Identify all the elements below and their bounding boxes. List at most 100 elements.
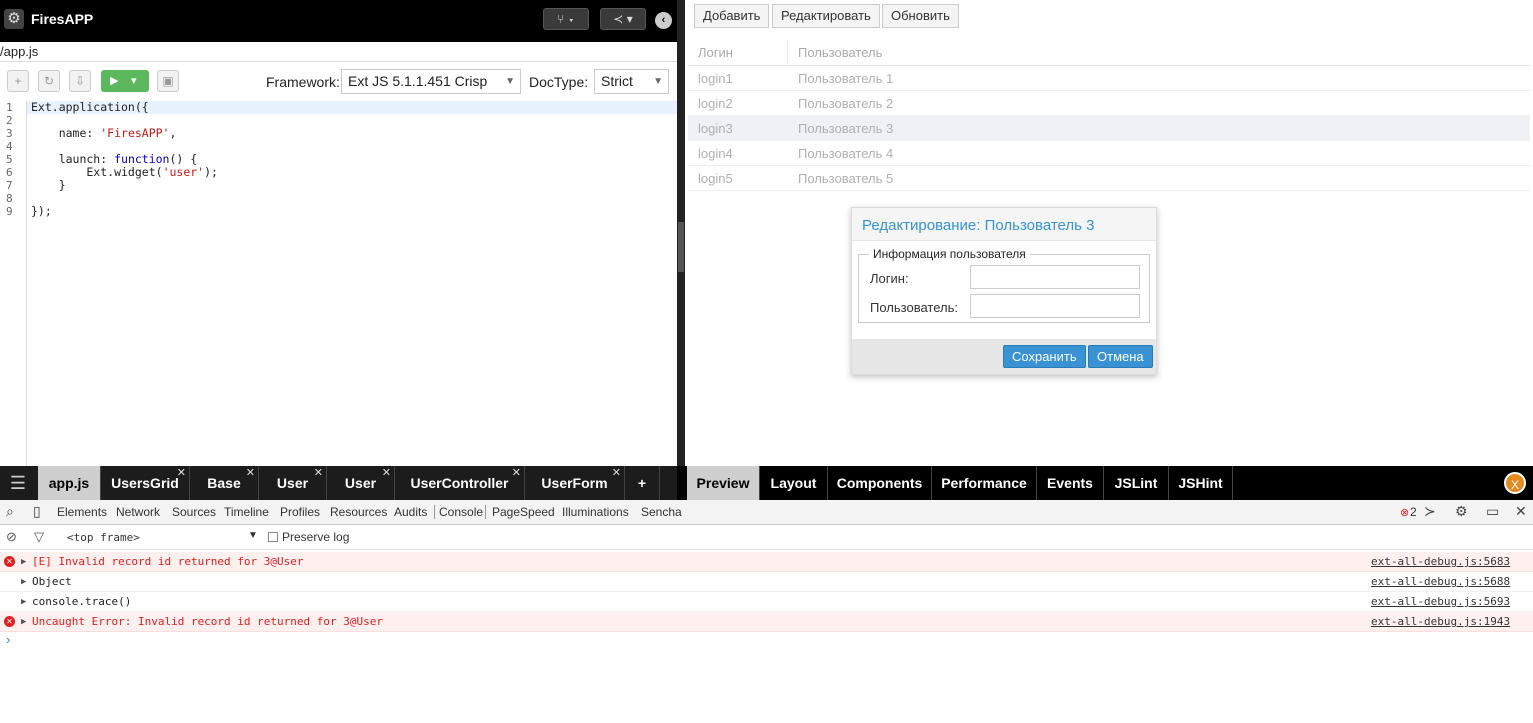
log-entry[interactable]: ✕ ▶ [E] Invalid record id returned for 3@U…: [0, 552, 1533, 572]
frame-select[interactable]: <top frame>: [67, 531, 140, 544]
devtools-tab[interactable]: Resources: [330, 505, 387, 519]
devtools-tab[interactable]: Illuminations: [562, 505, 629, 519]
devtools-tab[interactable]: Timeline: [224, 505, 269, 519]
user-info-fieldset: Информация пользователя Логин: Пользоват…: [858, 247, 1150, 323]
preview-tab[interactable]: Performance: [932, 466, 1037, 500]
tabs-divider: [677, 466, 685, 500]
file-tab[interactable]: UserForm ✕: [525, 466, 625, 500]
user-field[interactable]: [970, 294, 1140, 318]
resize-handle[interactable]: [678, 222, 684, 272]
tab-label: User: [276, 475, 309, 491]
dock-icon[interactable]: ▭: [1486, 503, 1499, 520]
file-tab[interactable]: User ✕: [327, 466, 395, 500]
log-source-link[interactable]: ext-all-debug.js:5688: [1371, 572, 1510, 592]
history-icon[interactable]: ↻: [38, 70, 60, 92]
console-prompt[interactable]: ›: [6, 632, 10, 647]
run-button[interactable]: ▶ ▾: [101, 70, 149, 92]
share-button[interactable]: ≺ ▾: [600, 8, 646, 30]
code-editor[interactable]: Ext.application({ name: 'FiresAPP', laun…: [27, 101, 677, 466]
close-icon[interactable]: ✕: [314, 456, 323, 490]
table-row[interactable]: login4 Пользователь 4: [688, 141, 1530, 166]
line-number: 6: [6, 166, 13, 179]
download-icon[interactable]: ⇩: [69, 70, 91, 92]
refresh-button[interactable]: Обновить: [882, 4, 959, 28]
doctype-select[interactable]: Strict ▼: [594, 69, 669, 94]
file-tab[interactable]: UserController ✕: [395, 466, 525, 500]
close-icon[interactable]: X: [1504, 472, 1526, 494]
add-file-icon[interactable]: +: [7, 70, 29, 92]
close-icon[interactable]: ✕: [1515, 503, 1527, 520]
preview-tab[interactable]: Preview: [687, 466, 760, 500]
log-source-link[interactable]: ext-all-debug.js:1943: [1371, 612, 1510, 632]
cancel-button[interactable]: Отмена: [1088, 345, 1153, 368]
cell-login: login5: [698, 171, 733, 186]
file-tab[interactable]: Base ✕: [190, 466, 259, 500]
file-tab[interactable]: UsersGrid ✕: [101, 466, 190, 500]
devtools-tab[interactable]: Profiles: [280, 505, 320, 519]
app-title: FiresAPP: [31, 11, 94, 27]
framework-select[interactable]: Ext JS 5.1.1.451 Crisp ▼: [341, 69, 521, 94]
preview-tab[interactable]: Events: [1037, 466, 1104, 500]
menu-icon[interactable]: ☰: [0, 466, 36, 500]
column-header-login[interactable]: Логин: [698, 45, 733, 60]
log-entry[interactable]: ▶ Object ext-all-debug.js:5688: [0, 572, 1533, 592]
expand-icon[interactable]: ▶: [21, 592, 26, 612]
chevron-down-icon[interactable]: ▼: [248, 530, 258, 541]
add-tab-button[interactable]: +: [625, 466, 660, 500]
console-drawer-icon[interactable]: ≻: [1424, 503, 1436, 520]
login-field[interactable]: [970, 265, 1140, 289]
close-icon[interactable]: ✕: [612, 456, 621, 490]
line-number: 1: [6, 101, 13, 114]
back-icon[interactable]: ‹: [655, 12, 672, 29]
preview-tab[interactable]: Layout: [760, 466, 828, 500]
column-header-user[interactable]: Пользователь: [798, 45, 882, 60]
tab-label: UserForm: [541, 475, 608, 491]
dialog-title: Редактирование: Пользователь 3: [862, 217, 1095, 234]
expand-icon[interactable]: ▶: [21, 572, 26, 592]
gear-icon[interactable]: ⚙: [4, 9, 24, 29]
add-button[interactable]: Добавить: [694, 4, 770, 28]
clear-icon[interactable]: ⊘: [6, 529, 17, 545]
expand-icon[interactable]: ▶: [21, 612, 26, 632]
close-icon[interactable]: ✕: [512, 456, 521, 490]
file-tab[interactable]: User ✕: [259, 466, 327, 500]
preserve-log-checkbox[interactable]: [268, 532, 278, 542]
preview-tab[interactable]: JSLint: [1104, 466, 1169, 500]
expand-icon[interactable]: ▶: [21, 552, 26, 572]
save-button[interactable]: Сохранить: [1003, 345, 1086, 368]
device-icon[interactable]: ▯: [33, 503, 41, 520]
pane-divider[interactable]: [677, 0, 685, 466]
table-row[interactable]: login1 Пользователь 1: [688, 66, 1530, 91]
table-row[interactable]: login2 Пользователь 2: [688, 91, 1530, 116]
column-separator: [787, 40, 788, 64]
devtools-tab[interactable]: PageSpeed: [492, 505, 555, 519]
preview-tab[interactable]: JSHint: [1169, 466, 1233, 500]
table-row[interactable]: login5 Пользователь 5: [688, 166, 1530, 191]
devtools-tab[interactable]: Audits: [394, 505, 427, 519]
screenshot-icon[interactable]: ▣: [157, 70, 179, 92]
close-icon[interactable]: ✕: [177, 456, 186, 490]
close-icon[interactable]: ✕: [382, 456, 391, 490]
close-icon[interactable]: ✕: [246, 456, 255, 490]
devtools-tab[interactable]: Sources: [172, 505, 216, 519]
preview-tab[interactable]: Components: [828, 466, 932, 500]
devtools-tab[interactable]: Network: [116, 505, 160, 519]
log-source-link[interactable]: ext-all-debug.js:5683: [1371, 552, 1510, 572]
log-entry[interactable]: ▶ console.trace() ext-all-debug.js:5693: [0, 592, 1533, 612]
log-entry[interactable]: ✕ ▶ Uncaught Error: Invalid record id retu…: [0, 612, 1533, 632]
edit-button[interactable]: Редактировать: [772, 4, 880, 28]
branch-button[interactable]: ⑂ ▾: [543, 8, 589, 30]
filter-icon[interactable]: ▽: [34, 529, 44, 545]
error-icon: ✕: [4, 556, 15, 567]
devtools-tab[interactable]: Elements: [57, 505, 107, 519]
table-row[interactable]: login3 Пользователь 3: [688, 116, 1530, 141]
settings-icon[interactable]: ⚙: [1455, 503, 1468, 520]
devtools-tab[interactable]: Console: [434, 505, 487, 519]
devtools-tab[interactable]: Sencha: [641, 505, 682, 519]
error-icon[interactable]: ⊗: [1400, 506, 1409, 519]
log-source-link[interactable]: ext-all-debug.js:5693: [1371, 592, 1510, 612]
search-icon[interactable]: ⌕: [6, 503, 14, 520]
grid-body: login1 Пользователь 1 login2 Пользователь 2…: [688, 66, 1530, 191]
file-tab[interactable]: app.js: [38, 466, 101, 500]
